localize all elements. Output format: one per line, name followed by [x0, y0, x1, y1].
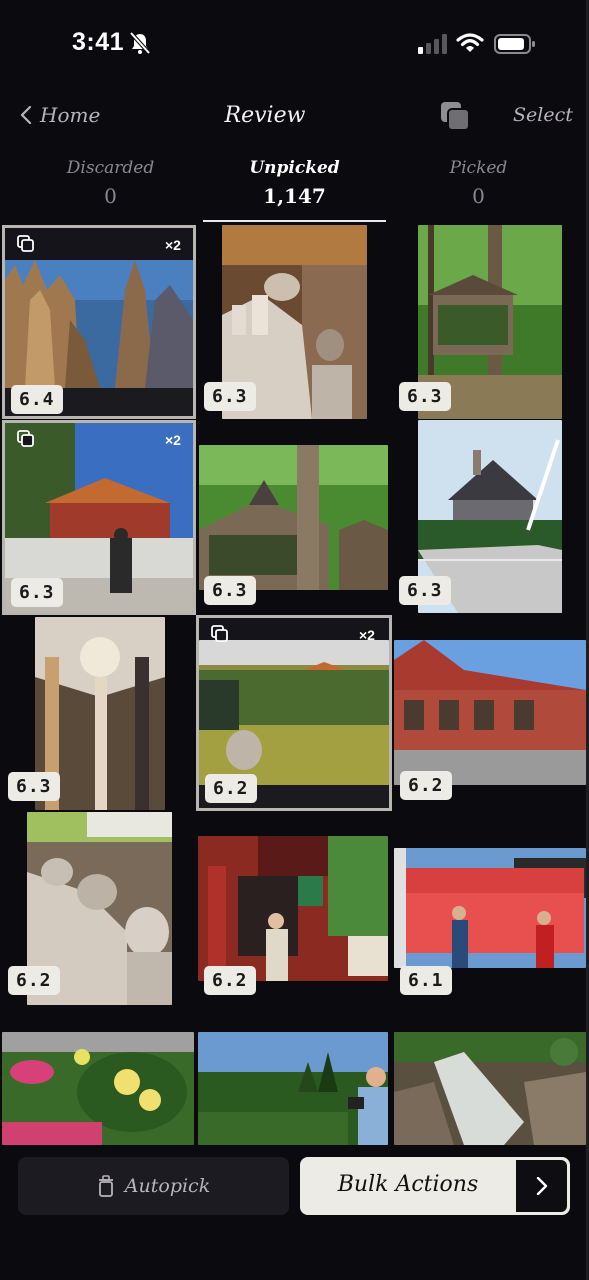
photo-thumbnail: [394, 640, 586, 785]
photo-cell[interactable]: [392, 1032, 589, 1145]
photo-thumbnail: [199, 445, 388, 590]
score-badge: 6.3: [8, 772, 60, 801]
status-time: 3:41: [72, 28, 125, 56]
photo-cell[interactable]: ×2 6.2: [196, 615, 392, 811]
score-badge: 6.3: [399, 576, 451, 605]
photo-cell[interactable]: ×2 6.4: [2, 225, 196, 419]
app-screen: 3:41 Home Review Select Discarded 0 Unpi…: [0, 0, 589, 1280]
photo-thumbnail: [394, 1032, 586, 1145]
photo-thumbnail: [198, 836, 388, 981]
autopick-button[interactable]: Autopick: [18, 1157, 289, 1215]
tab-label: Discarded: [66, 158, 155, 178]
tab-label: Unpicked: [249, 158, 340, 178]
duplicates-icon: [17, 430, 34, 447]
score-badge: 6.2: [400, 771, 452, 800]
chevron-right-icon: [536, 1177, 547, 1195]
score-badge: 6.3: [399, 382, 451, 411]
score-badge: 6.3: [204, 382, 256, 411]
active-tab-indicator: [203, 220, 386, 222]
bell-slash-icon: [129, 31, 151, 55]
bottom-action-bar: Autopick Bulk Actions: [0, 1150, 589, 1230]
tab-count: 0: [104, 184, 117, 208]
photo-cell[interactable]: 6.3: [2, 615, 196, 810]
tab-unpicked[interactable]: Unpicked 1,147: [203, 158, 386, 208]
photo-cell[interactable]: 6.3: [392, 225, 589, 419]
photo-cell[interactable]: ×2 6.3: [2, 420, 196, 615]
score-badge: 6.1: [400, 966, 452, 995]
stack-view-icon[interactable]: [440, 101, 470, 131]
photo-cell[interactable]: 6.1: [392, 810, 589, 1005]
duplicates-icon: [17, 235, 34, 252]
photo-thumbnail: [199, 640, 389, 785]
duplicate-count: ×2: [165, 237, 181, 253]
photo-cell[interactable]: 6.2: [2, 810, 196, 1005]
tab-count: 0: [472, 184, 485, 208]
tab-count: 1,147: [263, 184, 326, 208]
tab-picked[interactable]: Picked 0: [387, 158, 570, 208]
duplicates-icon: [211, 625, 228, 642]
photo-thumbnail: [5, 260, 193, 388]
filter-tabs: Discarded 0 Unpicked 1,147 Picked 0: [0, 158, 589, 224]
duplicate-count: ×2: [359, 627, 375, 643]
status-bar: 3:41: [0, 0, 589, 90]
score-badge: 6.3: [204, 576, 256, 605]
photo-cell[interactable]: 6.2: [196, 810, 392, 1005]
photo-cell[interactable]: [196, 1032, 392, 1145]
photo-cell[interactable]: 6.3: [392, 420, 589, 615]
duplicate-count: ×2: [165, 432, 181, 448]
bulk-actions-expand-button[interactable]: [516, 1160, 567, 1212]
battery-icon: [494, 34, 535, 54]
wifi-icon: [456, 33, 484, 52]
score-badge: 6.2: [204, 966, 256, 995]
photo-cell[interactable]: 6.3: [196, 225, 392, 419]
photo-cell[interactable]: 6.3: [196, 420, 392, 615]
nav-bar: Home Review Select: [0, 95, 589, 139]
score-badge: 6.2: [8, 966, 60, 995]
score-badge: 6.3: [11, 578, 63, 607]
photo-cell[interactable]: 6.2: [392, 615, 589, 810]
select-button[interactable]: Select: [513, 104, 573, 126]
cellular-signal-icon: [418, 34, 447, 54]
photo-thumbnail: [394, 848, 586, 968]
tab-discarded[interactable]: Discarded 0: [19, 158, 202, 208]
tab-label: Picked: [449, 158, 508, 178]
photo-thumbnail: [2, 1032, 194, 1145]
photo-cell[interactable]: [2, 1032, 196, 1145]
autopick-label: Autopick: [124, 1175, 211, 1197]
bulk-actions-button[interactable]: Bulk Actions: [300, 1157, 570, 1215]
trash-icon: [98, 1175, 113, 1197]
bulk-actions-label: Bulk Actions: [337, 1172, 479, 1197]
score-badge: 6.4: [11, 385, 63, 414]
photo-thumbnail: [198, 1032, 388, 1145]
score-badge: 6.2: [205, 774, 257, 803]
photo-grid: ×2 6.4 6.3 6.3 ×2 6.3 6.3 6.3 6.3 ×2 6.2…: [0, 225, 589, 1145]
